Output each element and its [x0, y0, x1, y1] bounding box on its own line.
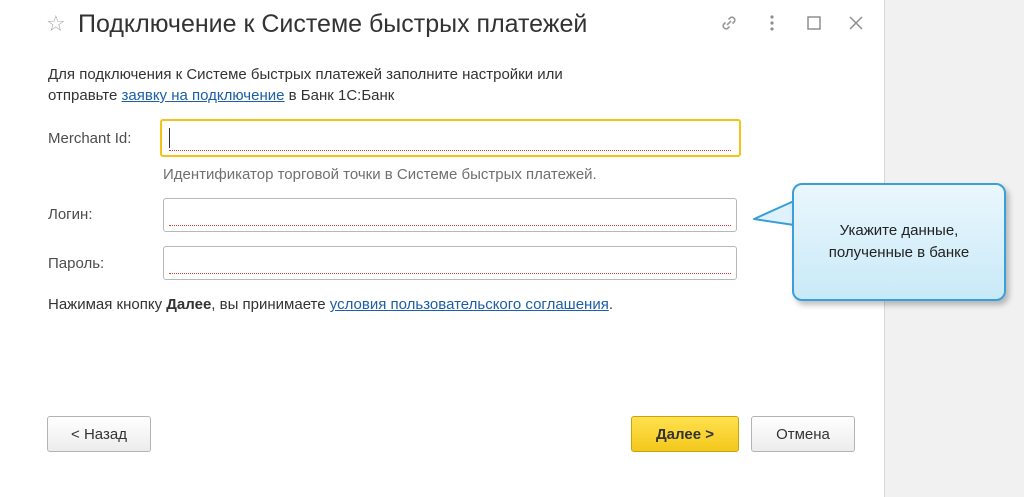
login-label: Логин: — [48, 206, 93, 223]
close-icon[interactable] — [845, 12, 867, 34]
password-required-underline — [169, 273, 731, 274]
merchant-id-required-underline — [169, 150, 731, 151]
login-input[interactable] — [163, 198, 737, 232]
intro-text-before: отправьте — [48, 87, 122, 104]
callout-pointer — [753, 200, 795, 226]
terms-text: Нажимая кнопку Далее, вы принимаете усло… — [48, 295, 613, 315]
callout-line-1: Укажите данные, — [839, 222, 959, 239]
terms-before: Нажимая кнопку — [48, 296, 167, 313]
terms-middle: , вы принимаете — [211, 296, 330, 313]
dialog-window: ☆ Подключение к Системе быстрых платежей… — [0, 0, 884, 497]
text-caret — [169, 128, 170, 148]
intro-line-2: отправьте заявку на подключение в Банк 1… — [48, 85, 808, 106]
user-agreement-link[interactable]: условия пользовательского соглашения — [330, 296, 609, 313]
hint-callout: Укажите данные, полученные в банке — [792, 183, 1006, 301]
merchant-id-label: Merchant Id: — [48, 130, 132, 147]
password-input[interactable] — [163, 246, 737, 280]
merchant-id-input[interactable] — [160, 119, 741, 157]
application-link[interactable]: заявку на подключение — [122, 87, 285, 104]
password-label: Пароль: — [48, 255, 105, 272]
callout-line-2: полученные в банке — [828, 244, 970, 261]
star-icon[interactable]: ☆ — [46, 12, 66, 36]
intro-text: Для подключения к Системе быстрых платеж… — [48, 64, 808, 106]
intro-line-1: Для подключения к Системе быстрых платеж… — [48, 66, 563, 83]
back-button[interactable]: < Назад — [47, 416, 151, 452]
merchant-id-hint: Идентификатор торговой точки в Системе б… — [163, 166, 597, 183]
terms-after: . — [608, 296, 613, 313]
next-button[interactable]: Далее > — [631, 416, 739, 452]
more-icon[interactable] — [761, 12, 783, 34]
window-title: Подключение к Системе быстрых платежей — [78, 10, 588, 38]
cancel-button[interactable]: Отмена — [751, 416, 855, 452]
maximize-icon[interactable] — [803, 12, 825, 34]
login-required-underline — [169, 225, 731, 226]
intro-text-after: в Банк 1С:Банк — [284, 87, 395, 104]
terms-next-bold: Далее — [166, 296, 212, 313]
link-icon[interactable] — [718, 12, 740, 34]
